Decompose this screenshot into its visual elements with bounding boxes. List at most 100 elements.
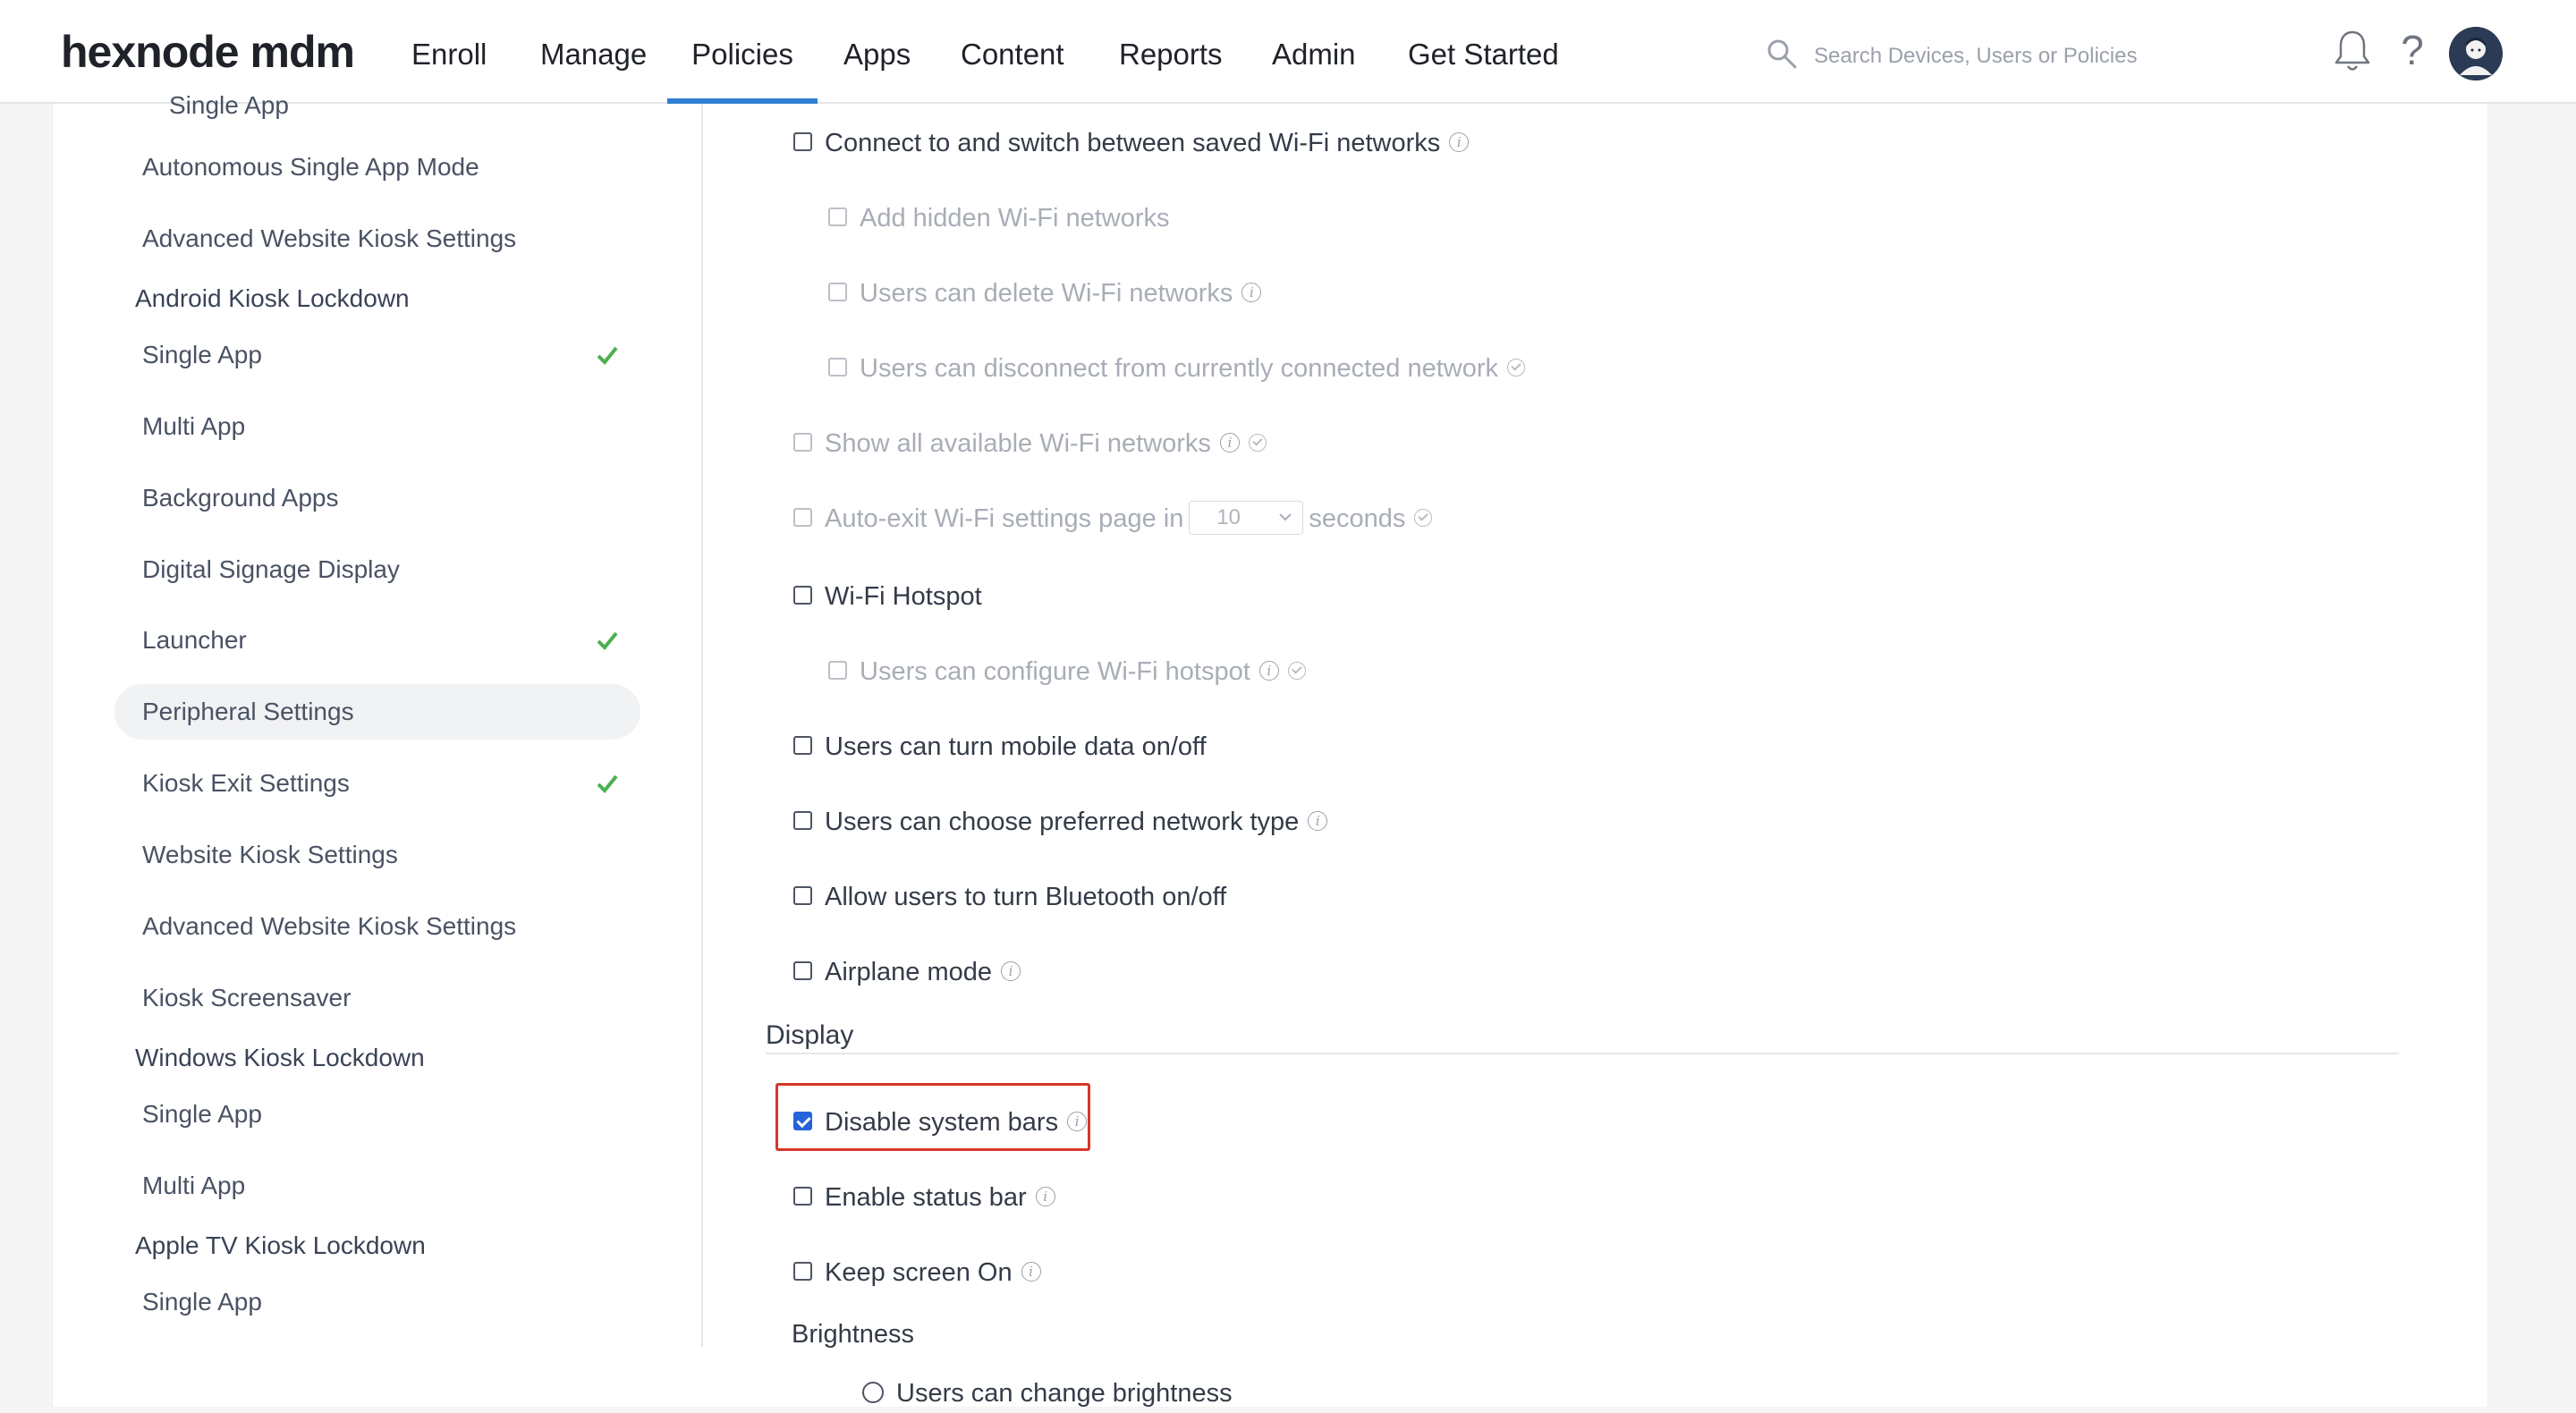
setting-label: Users can turn mobile data on/off <box>825 732 1207 761</box>
setting-show-all-wifi[interactable]: Show all available Wi-Fi networks i <box>793 424 1267 463</box>
info-icon[interactable]: i <box>1241 283 1262 303</box>
hexnode-logo[interactable]: hexnode mdm <box>61 23 355 80</box>
auto-exit-seconds-select[interactable]: 10 <box>1189 501 1304 536</box>
checkbox[interactable] <box>793 886 812 906</box>
setting-disconnect-network[interactable]: Users can disconnect from currently conn… <box>828 349 1526 388</box>
sidebar-item-background-apps[interactable]: Background Apps <box>114 470 640 526</box>
sidebar-item-peripheral-settings[interactable]: Peripheral Settings <box>114 684 640 740</box>
avatar-icon <box>2449 27 2503 80</box>
sidebar-group-apple-tv-kiosk-lockdown: Apple TV Kiosk Lockdown <box>135 1231 426 1259</box>
setting-label: Users can disconnect from currently conn… <box>860 354 1499 383</box>
setting-wifi-hotspot[interactable]: Wi-Fi Hotspot <box>793 577 982 616</box>
checkbox[interactable] <box>793 508 812 528</box>
setting-label: Users can configure Wi-Fi hotspot <box>860 657 1250 686</box>
setting-label-suffix: seconds <box>1309 504 1406 533</box>
configured-check-icon <box>597 631 618 650</box>
checkbox-checked[interactable] <box>793 1112 812 1131</box>
setting-network-type[interactable]: Users can choose preferred network type i <box>793 802 1328 842</box>
radio-button[interactable] <box>862 1381 884 1403</box>
sidebar-item-kiosk-screensaver[interactable]: Kiosk Screensaver <box>114 970 640 1026</box>
checkbox[interactable] <box>793 1187 812 1206</box>
nav-admin[interactable]: Admin <box>1272 0 1356 104</box>
setting-label: Keep screen On <box>825 1258 1013 1287</box>
sidebar-item-windows-single-app[interactable]: Single App <box>114 1087 640 1142</box>
setting-label: Allow users to turn Bluetooth on/off <box>825 883 1227 911</box>
user-avatar[interactable] <box>2449 27 2503 80</box>
info-icon[interactable]: i <box>1035 1187 1055 1207</box>
setting-airplane-mode[interactable]: Airplane mode i <box>793 952 1021 992</box>
setting-keep-screen-on[interactable]: Keep screen On i <box>793 1253 1041 1292</box>
info-icon[interactable]: i <box>1258 661 1279 681</box>
sidebar-item-clipped[interactable]: Single App <box>169 88 289 123</box>
chevron-down-icon <box>1279 513 1292 521</box>
setting-change-brightness[interactable]: Users can change brightness <box>862 1374 1233 1413</box>
nav-policies[interactable]: Policies <box>667 0 818 104</box>
setting-label: Show all available Wi-Fi networks <box>825 429 1211 458</box>
subsection-title-brightness: Brightness <box>792 1320 915 1349</box>
setting-label: Connect to and switch between saved Wi-F… <box>825 129 1441 157</box>
sidebar-item-kiosk-exit-settings[interactable]: Kiosk Exit Settings <box>114 756 640 811</box>
info-icon[interactable]: i <box>1021 1262 1041 1282</box>
setting-add-hidden-wifi[interactable]: Add hidden Wi-Fi networks <box>828 199 1170 238</box>
checkbox[interactable] <box>828 358 847 377</box>
section-title-display: Display <box>766 1020 854 1050</box>
nav-get-started[interactable]: Get Started <box>1408 0 1559 104</box>
checkbox[interactable] <box>793 1262 812 1282</box>
setting-auto-exit-wifi[interactable]: Auto-exit Wi-Fi settings page in 10 second… <box>793 499 1433 538</box>
setting-configure-hotspot[interactable]: Users can configure Wi-Fi hotspot i <box>828 652 1306 691</box>
setting-label: Airplane mode <box>825 958 992 986</box>
nav-enroll[interactable]: Enroll <box>411 0 487 104</box>
help-icon[interactable]: ? <box>2397 25 2428 75</box>
checkbox[interactable] <box>793 811 812 831</box>
checkbox[interactable] <box>828 283 847 302</box>
configured-check-icon <box>597 346 618 365</box>
checkbox[interactable] <box>793 433 812 453</box>
checkbox[interactable] <box>828 207 847 227</box>
info-icon[interactable]: i <box>1449 132 1470 153</box>
bell-icon[interactable] <box>2333 29 2372 75</box>
info-icon[interactable]: i <box>1067 1112 1088 1132</box>
sidebar-item-windows-multi-app[interactable]: Multi App <box>114 1158 640 1214</box>
nav-reports[interactable]: Reports <box>1119 0 1223 104</box>
nav-content[interactable]: Content <box>961 0 1064 104</box>
checkbox[interactable] <box>793 132 812 152</box>
setting-label: Users can delete Wi-Fi networks <box>860 279 1233 308</box>
setting-mobile-data[interactable]: Users can turn mobile data on/off <box>793 727 1207 766</box>
info-icon[interactable]: i <box>1219 433 1240 453</box>
policy-editor-panel: Single App Autonomous Single App Mode Ad… <box>52 91 2488 1408</box>
checkbox[interactable] <box>828 661 847 681</box>
setting-enable-status-bar[interactable]: Enable status bar i <box>793 1178 1055 1217</box>
checkbox[interactable] <box>793 961 812 981</box>
sidebar-item-advanced-website-kiosk-settings-2[interactable]: Advanced Website Kiosk Settings <box>114 899 640 954</box>
setting-bluetooth[interactable]: Allow users to turn Bluetooth on/off <box>793 877 1226 917</box>
nav-manage[interactable]: Manage <box>540 0 647 104</box>
setting-label: Users can choose preferred network type <box>825 808 1300 836</box>
info-icon[interactable]: i <box>1308 811 1328 832</box>
sidebar-item-digital-signage-display[interactable]: Digital Signage Display <box>114 542 640 597</box>
sidebar-group-android-kiosk-lockdown: Android Kiosk Lockdown <box>135 284 410 312</box>
info-icon[interactable]: i <box>1001 961 1021 982</box>
nav-apps[interactable]: Apps <box>843 0 911 104</box>
sidebar-item-apple-tv-single-app[interactable]: Single App <box>114 1274 640 1330</box>
setting-disable-system-bars[interactable]: Disable system bars i <box>793 1103 1088 1142</box>
setting-connect-saved-wifi[interactable]: Connect to and switch between saved Wi-F… <box>793 123 1470 163</box>
setting-label: Auto-exit Wi-Fi settings page in <box>825 504 1184 533</box>
sidebar-item-advanced-website-kiosk-settings[interactable]: Advanced Website Kiosk Settings <box>114 211 640 267</box>
select-value: 10 <box>1216 505 1241 530</box>
setting-label: Enable status bar <box>825 1183 1027 1212</box>
recommended-check-icon <box>1248 434 1267 453</box>
sidebar-item-website-kiosk-settings[interactable]: Website Kiosk Settings <box>114 827 640 883</box>
checkbox[interactable] <box>793 736 812 756</box>
configured-check-icon <box>597 774 618 793</box>
sidebar-item-autonomous-single-app-mode[interactable]: Autonomous Single App Mode <box>114 140 640 195</box>
sidebar-item-launcher[interactable]: Launcher <box>114 613 640 668</box>
sidebar-item-android-single-app[interactable]: Single App <box>114 327 640 383</box>
sidebar-item-android-multi-app[interactable]: Multi App <box>114 399 640 454</box>
setting-delete-wifi[interactable]: Users can delete Wi-Fi networks i <box>828 274 1262 313</box>
search-input[interactable] <box>1812 36 2281 77</box>
policy-sidebar: Single App Autonomous Single App Mode Ad… <box>89 91 703 1347</box>
setting-label: Add hidden Wi-Fi networks <box>860 204 1170 233</box>
setting-label: Users can change brightness <box>896 1379 1233 1408</box>
checkbox[interactable] <box>793 586 812 605</box>
search-icon <box>1767 39 1797 69</box>
